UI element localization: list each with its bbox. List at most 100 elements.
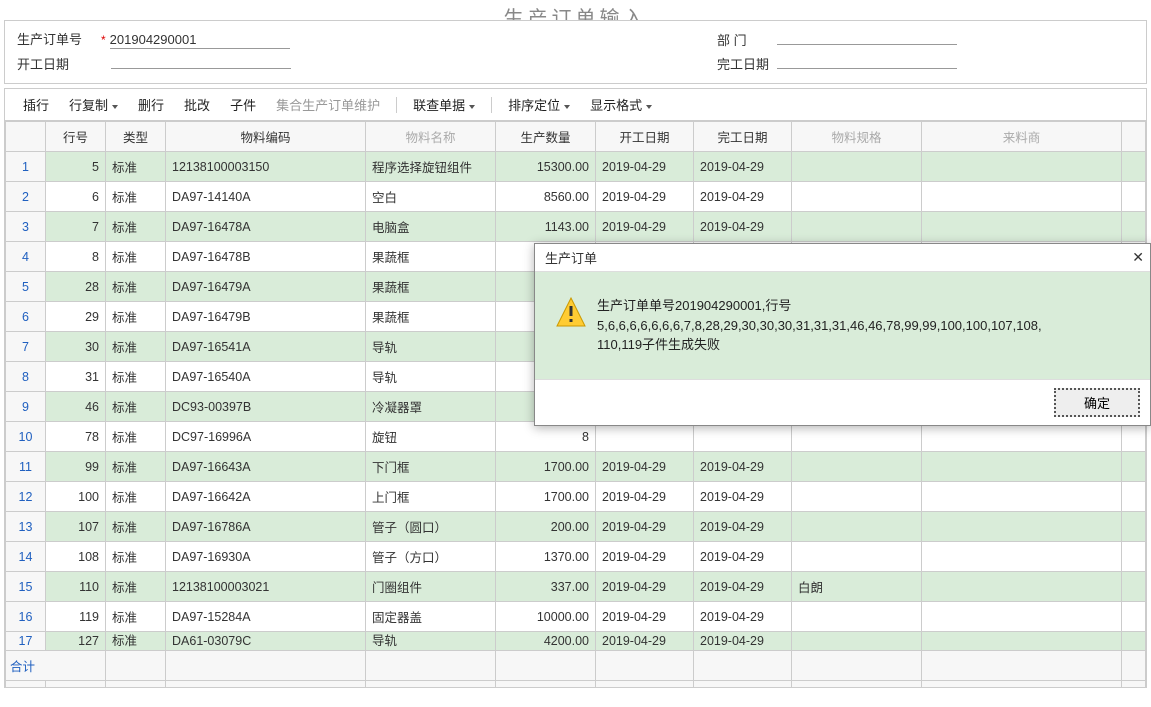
cell-qty[interactable]: 1370.00 [496,542,596,572]
table-row[interactable]: 12100标准DA97-16642A上门框1700.002019-04-2920… [6,482,1146,512]
cell-line-no[interactable]: 119 [46,602,106,632]
cell-qty[interactable]: 1700.00 [496,452,596,482]
cell-start[interactable]: 2019-04-29 [596,452,694,482]
row-index[interactable]: 6 [6,302,46,332]
cell-qty[interactable]: 8 [496,422,596,452]
cell-line-no[interactable]: 110 [46,572,106,602]
cell-line-no[interactable]: 7 [46,212,106,242]
row-index[interactable]: 1 [6,152,46,182]
dept-input[interactable] [777,29,957,45]
table-row[interactable]: 15110标准12138100003021门圈组件337.002019-04-2… [6,572,1146,602]
cell-line-no[interactable]: 5 [46,152,106,182]
col-header-mat-name[interactable]: 物料名称 [366,122,496,152]
col-header-type[interactable]: 类型 [106,122,166,152]
cell-spec[interactable] [792,422,922,452]
cell-mat-name[interactable]: 下门框 [366,452,496,482]
cell-end[interactable]: 2019-04-29 [694,512,792,542]
cell-type[interactable]: 标准 [106,542,166,572]
cell-supplier[interactable] [922,212,1122,242]
cell-line-no[interactable]: 100 [46,482,106,512]
row-index[interactable]: 5 [6,272,46,302]
table-row[interactable]: 1078标准DC97-16996A旋钮8 [6,422,1146,452]
table-row[interactable]: 1199标准DA97-16643A下门框1700.002019-04-29201… [6,452,1146,482]
cell-start[interactable]: 2019-04-29 [596,602,694,632]
cell-qty[interactable]: 10000.00 [496,602,596,632]
cell-start[interactable]: 2019-04-29 [596,152,694,182]
table-row[interactable]: 14108标准DA97-16930A管子（方口）1370.002019-04-2… [6,542,1146,572]
cell-tail[interactable] [1122,212,1146,242]
cell-qty[interactable]: 337.00 [496,572,596,602]
cell-line-no[interactable]: 31 [46,362,106,392]
cell-mat-code[interactable]: DA97-16540A [166,362,366,392]
cell-line-no[interactable]: 99 [46,452,106,482]
cell-mat-name[interactable]: 管子（方口） [366,542,496,572]
row-index[interactable]: 4 [6,242,46,272]
cell-mat-name[interactable]: 果蔬框 [366,272,496,302]
cell-type[interactable]: 标准 [106,242,166,272]
cell-spec[interactable] [792,512,922,542]
cell-supplier[interactable] [922,512,1122,542]
row-index[interactable]: 3 [6,212,46,242]
cell-mat-code[interactable]: DA97-16930A [166,542,366,572]
cell-type[interactable]: 标准 [106,272,166,302]
cell-type[interactable]: 标准 [106,332,166,362]
cell-line-no[interactable]: 6 [46,182,106,212]
cell-end[interactable]: 2019-04-29 [694,602,792,632]
cell-supplier[interactable] [922,452,1122,482]
cell-start[interactable]: 2019-04-29 [596,632,694,651]
cell-mat-name[interactable]: 空白 [366,182,496,212]
cell-end[interactable] [694,422,792,452]
cell-mat-name[interactable]: 导轨 [366,332,496,362]
cell-start[interactable]: 2019-04-29 [596,182,694,212]
cell-line-no[interactable]: 127 [46,632,106,651]
start-date-input[interactable] [111,53,291,69]
table-row[interactable]: 15标准12138100003150程序选择旋钮组件15300.002019-0… [6,152,1146,182]
cell-mat-code[interactable]: 12138100003021 [166,572,366,602]
col-header-supplier[interactable]: 来料商 [922,122,1122,152]
cell-mat-code[interactable]: DA97-14140A [166,182,366,212]
cell-spec[interactable] [792,602,922,632]
cell-end[interactable]: 2019-04-29 [694,452,792,482]
cell-type[interactable]: 标准 [106,212,166,242]
sort-locate-button[interactable]: 排序定位 [498,93,580,116]
cell-mat-code[interactable]: DA61-03079C [166,632,366,651]
cell-mat-name[interactable]: 导轨 [366,632,496,651]
cell-mat-code[interactable]: DA97-16786A [166,512,366,542]
col-header-tail[interactable] [1122,122,1146,152]
copy-row-button[interactable]: 行复制 [59,93,128,116]
cell-line-no[interactable]: 46 [46,392,106,422]
cell-type[interactable]: 标准 [106,602,166,632]
ok-button[interactable]: 确定 [1054,388,1140,417]
col-header-index[interactable] [6,122,46,152]
cell-type[interactable]: 标准 [106,182,166,212]
cell-line-no[interactable]: 29 [46,302,106,332]
cell-spec[interactable] [792,482,922,512]
link-docs-button[interactable]: 联查单据 [403,93,485,116]
cell-start[interactable] [596,422,694,452]
cell-qty[interactable]: 4200.00 [496,632,596,651]
cell-type[interactable]: 标准 [106,362,166,392]
cell-supplier[interactable] [922,572,1122,602]
cell-type[interactable]: 标准 [106,392,166,422]
insert-row-button[interactable]: 插行 [13,93,59,116]
end-date-input[interactable] [777,53,957,69]
display-format-button[interactable]: 显示格式 [580,93,662,116]
cell-tail[interactable] [1122,512,1146,542]
col-header-end[interactable]: 完工日期 [694,122,792,152]
cell-mat-code[interactable]: DC97-16996A [166,422,366,452]
cell-spec[interactable] [792,182,922,212]
row-index[interactable]: 13 [6,512,46,542]
table-row[interactable]: 17127标准DA61-03079C导轨4200.002019-04-29201… [6,632,1146,651]
col-header-spec[interactable]: 物料规格 [792,122,922,152]
cell-tail[interactable] [1122,422,1146,452]
cell-start[interactable]: 2019-04-29 [596,542,694,572]
cell-supplier[interactable] [922,422,1122,452]
cell-end[interactable]: 2019-04-29 [694,182,792,212]
cell-type[interactable]: 标准 [106,482,166,512]
cell-type[interactable]: 标准 [106,452,166,482]
cell-mat-code[interactable]: DA97-16478B [166,242,366,272]
cell-mat-name[interactable]: 冷凝器罩 [366,392,496,422]
cell-mat-name[interactable]: 上门框 [366,482,496,512]
row-index[interactable]: 15 [6,572,46,602]
cell-line-no[interactable]: 8 [46,242,106,272]
